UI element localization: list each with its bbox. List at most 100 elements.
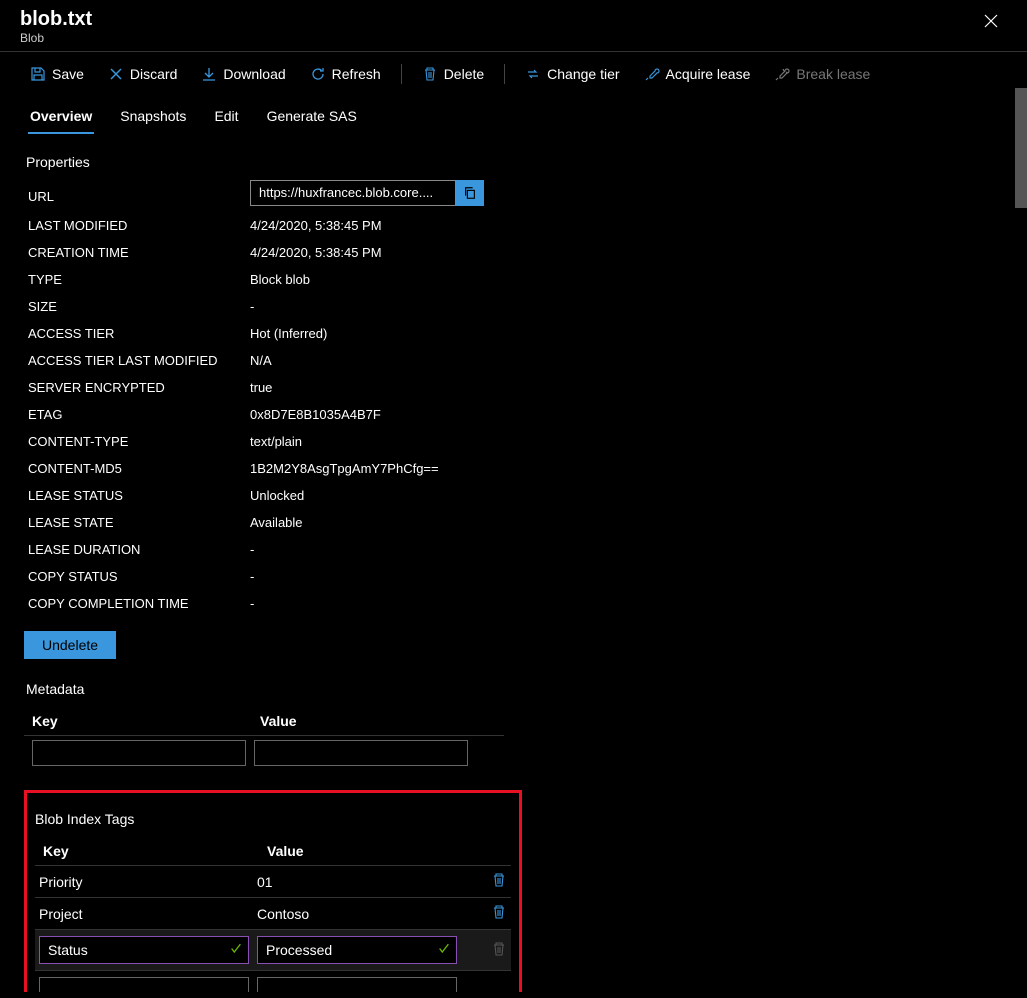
save-label: Save [52, 66, 84, 82]
save-icon [30, 66, 46, 82]
discard-button[interactable]: Discard [98, 60, 187, 88]
refresh-icon [310, 66, 326, 82]
tags-value-header: Value [267, 843, 304, 859]
metadata-row-empty [24, 735, 504, 770]
tag-value-input[interactable] [257, 936, 457, 964]
refresh-button[interactable]: Refresh [300, 60, 391, 88]
property-row: ACCESS TIERHot (Inferred) [24, 320, 1003, 347]
blade-header: blob.txt Blob [0, 0, 1027, 52]
tags-key-header: Key [43, 843, 259, 859]
tab-edit[interactable]: Edit [212, 100, 240, 134]
tag-value: 01 [257, 874, 457, 890]
property-row: CONTENT-MD51B2M2Y8AsgTpgAmY7PhCfg== [24, 455, 1003, 482]
discard-icon [108, 66, 124, 82]
acquire-lease-icon [644, 66, 660, 82]
property-label: ACCESS TIER LAST MODIFIED [28, 353, 250, 368]
property-value: Unlocked [250, 488, 304, 503]
property-label: CONTENT-TYPE [28, 434, 250, 449]
property-label: ETAG [28, 407, 250, 422]
property-value: Available [250, 515, 303, 530]
property-label: LAST MODIFIED [28, 218, 250, 233]
delete-tag-button[interactable] [491, 941, 507, 960]
delete-tag-button[interactable] [491, 904, 507, 923]
property-label: TYPE [28, 272, 250, 287]
property-label: CONTENT-MD5 [28, 461, 250, 476]
property-value: 4/24/2020, 5:38:45 PM [250, 218, 382, 233]
url-input[interactable]: https://huxfrancec.blob.core.... [250, 180, 456, 206]
tag-key-input-empty[interactable] [39, 977, 249, 992]
download-button[interactable]: Download [191, 60, 295, 88]
command-bar: Save Discard Download Refresh Delete Cha… [0, 52, 1027, 96]
property-value: text/plain [250, 434, 302, 449]
separator [504, 64, 505, 84]
metadata-value-header: Value [260, 713, 496, 729]
property-value: N/A [250, 353, 272, 368]
tag-value-input-empty[interactable] [257, 977, 457, 992]
break-lease-icon [774, 66, 790, 82]
download-icon [201, 66, 217, 82]
delete-tag-button[interactable] [491, 872, 507, 891]
validation-check-icon [229, 942, 243, 959]
property-row: CONTENT-TYPEtext/plain [24, 428, 1003, 455]
blade-title: blob.txt [20, 8, 92, 31]
blob-index-tags-section: Blob Index Tags Key Value Priority 01 Proj… [24, 790, 522, 992]
copy-url-button[interactable] [456, 180, 484, 206]
property-label: SIZE [28, 299, 250, 314]
property-row: COPY STATUS- [24, 563, 1003, 590]
tag-row-empty [35, 970, 511, 992]
tab-generate-sas[interactable]: Generate SAS [265, 100, 359, 134]
property-value: 4/24/2020, 5:38:45 PM [250, 245, 382, 260]
property-value: Block blob [250, 272, 310, 287]
property-value: 0x8D7E8B1035A4B7F [250, 407, 381, 422]
validation-check-icon [437, 942, 451, 959]
tag-key: Priority [39, 874, 249, 890]
save-button[interactable]: Save [20, 60, 94, 88]
property-row: SERVER ENCRYPTEDtrue [24, 374, 1003, 401]
delete-label: Delete [444, 66, 484, 82]
trash-icon [422, 66, 438, 82]
change-tier-label: Change tier [547, 66, 619, 82]
metadata-key-header: Key [32, 713, 252, 729]
property-label: LEASE DURATION [28, 542, 250, 557]
undelete-button[interactable]: Undelete [24, 631, 116, 659]
change-tier-button[interactable]: Change tier [515, 60, 629, 88]
property-row: LEASE STATEAvailable [24, 509, 1003, 536]
property-label: LEASE STATUS [28, 488, 250, 503]
tag-row: Project Contoso [35, 897, 511, 929]
download-label: Download [223, 66, 285, 82]
property-label: ACCESS TIER [28, 326, 250, 341]
tab-bar: Overview Snapshots Edit Generate SAS [0, 100, 1027, 134]
property-row: ETAG0x8D7E8B1035A4B7F [24, 401, 1003, 428]
tab-overview[interactable]: Overview [28, 100, 94, 134]
property-label: COPY COMPLETION TIME [28, 596, 250, 611]
break-lease-label: Break lease [796, 66, 870, 82]
close-button[interactable] [975, 8, 1007, 39]
property-value: - [250, 596, 254, 611]
separator [401, 64, 402, 84]
metadata-value-input[interactable] [254, 740, 468, 766]
delete-button[interactable]: Delete [412, 60, 494, 88]
properties-heading: Properties [26, 154, 1003, 170]
property-row: CREATION TIME4/24/2020, 5:38:45 PM [24, 239, 1003, 266]
scrollbar-thumb[interactable] [1015, 88, 1027, 208]
property-row: SIZE- [24, 293, 1003, 320]
discard-label: Discard [130, 66, 177, 82]
property-value: true [250, 380, 272, 395]
property-value: - [250, 542, 254, 557]
metadata-key-input[interactable] [32, 740, 246, 766]
tag-value: Contoso [257, 906, 457, 922]
property-value: Hot (Inferred) [250, 326, 327, 341]
close-icon [983, 13, 999, 29]
acquire-lease-label: Acquire lease [666, 66, 751, 82]
tag-key-input[interactable] [39, 936, 249, 964]
url-label: URL [28, 189, 250, 204]
blade-subtitle: Blob [20, 31, 92, 45]
refresh-label: Refresh [332, 66, 381, 82]
tab-snapshots[interactable]: Snapshots [118, 100, 188, 134]
property-row: LAST MODIFIED4/24/2020, 5:38:45 PM [24, 212, 1003, 239]
tag-key: Project [39, 906, 249, 922]
tags-heading: Blob Index Tags [35, 811, 511, 827]
tag-row: Priority 01 [35, 865, 511, 897]
acquire-lease-button[interactable]: Acquire lease [634, 60, 761, 88]
metadata-heading: Metadata [26, 681, 1003, 697]
